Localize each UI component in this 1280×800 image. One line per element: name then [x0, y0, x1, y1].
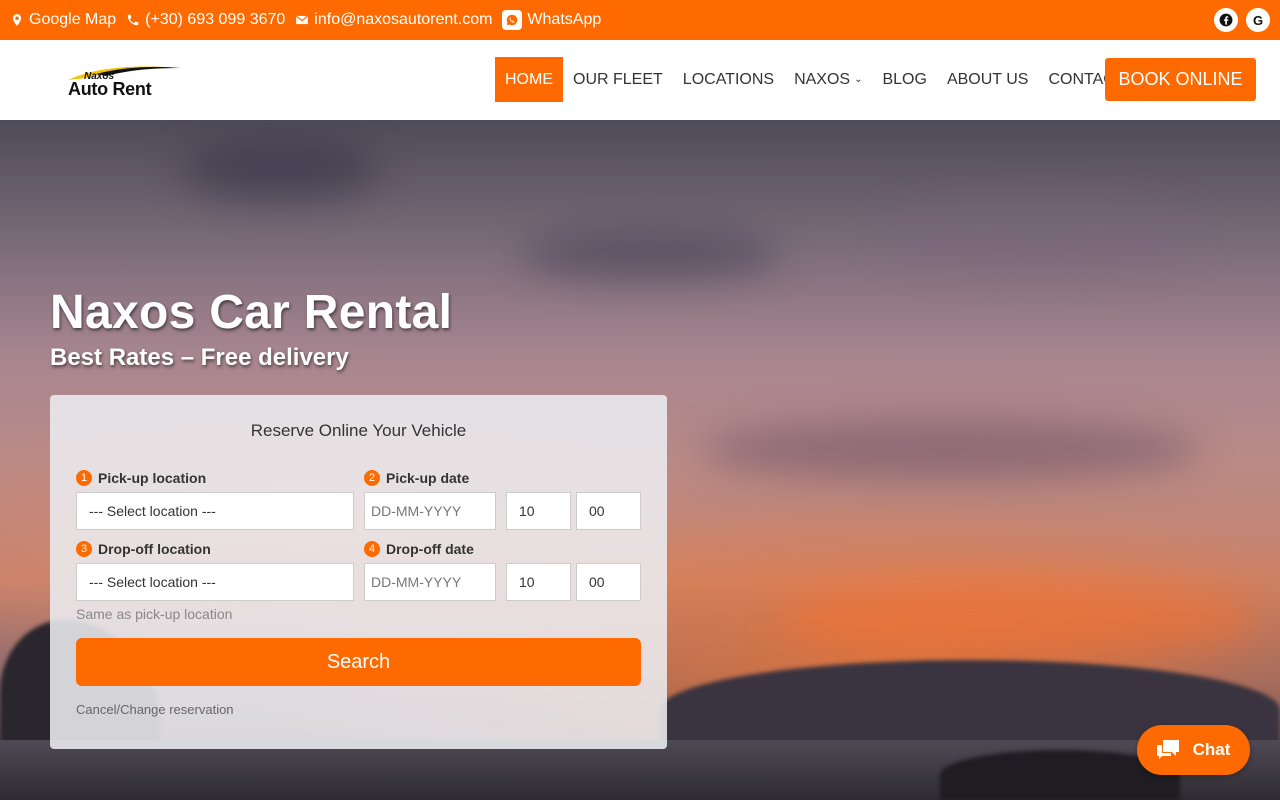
nav-our-fleet[interactable]: OUR FLEET — [563, 57, 673, 102]
booking-form: Reserve Online Your Vehicle 1 Pick-up lo… — [50, 395, 667, 749]
dropoff-hour-select[interactable]: 10 — [506, 563, 571, 601]
google-map-link[interactable]: Google Map — [10, 11, 116, 29]
book-online-button[interactable]: BOOK ONLINE — [1105, 58, 1256, 101]
hero-section: Naxos Car Rental Best Rates – Free deliv… — [0, 120, 1280, 800]
hero-background-cloud — [880, 200, 1200, 270]
nav-naxos[interactable]: NAXOS ⌄ — [784, 57, 872, 102]
logo-big-text: Auto Rent — [68, 79, 152, 99]
google-map-label: Google Map — [29, 11, 117, 28]
dropoff-date-label-text: Drop-off date — [386, 541, 474, 557]
chat-button[interactable]: Chat — [1137, 725, 1250, 775]
envelope-icon — [296, 15, 309, 25]
phone-link[interactable]: (+30) 693 099 3670 — [126, 11, 285, 29]
dropoff-date-input[interactable]: DD-MM-YYYY — [364, 563, 496, 601]
cancel-change-reservation-link[interactable]: Cancel/Change reservation — [76, 702, 234, 717]
hero-background-cloud — [180, 140, 380, 200]
google-icon[interactable]: G — [1246, 8, 1270, 32]
chevron-down-icon: ⌄ — [854, 74, 863, 85]
nav-naxos-label: NAXOS — [794, 70, 851, 88]
dropoff-minute-select[interactable]: 00 — [576, 563, 641, 601]
hero-title: Naxos Car Rental — [50, 286, 453, 339]
email-link[interactable]: info@naxosautorent.com — [295, 11, 492, 29]
pickup-date-label: 2 Pick-up date — [364, 470, 469, 486]
dropoff-date-label: 4 Drop-off date — [364, 541, 474, 557]
step-number: 4 — [364, 541, 380, 557]
social-links: G — [1214, 8, 1270, 32]
hero-background-cloud — [520, 230, 780, 280]
hero-subtitle: Best Rates – Free delivery — [50, 344, 349, 371]
step-number: 2 — [364, 470, 380, 486]
search-button[interactable]: Search — [76, 638, 641, 686]
phone-label: (+30) 693 099 3670 — [145, 11, 286, 28]
top-bar: Google Map (+30) 693 099 3670 info@naxos… — [0, 0, 1280, 40]
nav-home[interactable]: HOME — [495, 57, 563, 102]
main-nav: HOME OUR FLEET LOCATIONS NAXOS ⌄ BLOG AB… — [495, 57, 1135, 102]
pickup-location-label: 1 Pick-up location — [76, 470, 206, 486]
pickup-minute-select[interactable]: 00 — [576, 492, 641, 530]
site-header: Naxos Auto Rent HOME OUR FLEET LOCATIONS… — [0, 40, 1280, 120]
hero-background-cloud — [700, 420, 1200, 480]
nav-blog[interactable]: BLOG — [872, 57, 936, 102]
pickup-location-select[interactable]: --- Select location --- — [76, 492, 354, 530]
dropoff-location-label-text: Drop-off location — [98, 541, 211, 557]
map-pin-icon — [12, 14, 22, 26]
booking-form-title: Reserve Online Your Vehicle — [250, 421, 467, 440]
pickup-date-label-text: Pick-up date — [386, 470, 470, 486]
nav-about-us[interactable]: ABOUT US — [937, 57, 1039, 102]
facebook-icon[interactable] — [1214, 8, 1238, 32]
step-number: 1 — [76, 470, 92, 486]
email-label: info@naxosautorent.com — [314, 11, 493, 28]
pickup-hour-select[interactable]: 10 — [506, 492, 571, 530]
site-logo[interactable]: Naxos Auto Rent — [66, 62, 182, 100]
hero-background-cloud — [780, 580, 1260, 660]
step-number: 3 — [76, 541, 92, 557]
chat-label: Chat — [1192, 740, 1231, 759]
whatsapp-icon — [502, 10, 523, 30]
pickup-date-input[interactable]: DD-MM-YYYY — [364, 492, 496, 530]
phone-icon — [127, 14, 139, 26]
dropoff-location-select[interactable]: --- Select location --- — [76, 563, 354, 601]
whatsapp-link[interactable]: WhatsApp — [502, 10, 601, 30]
chat-bubble-icon — [1156, 740, 1179, 759]
whatsapp-label: WhatsApp — [527, 11, 602, 28]
same-as-pickup-link[interactable]: Same as pick-up location — [76, 606, 232, 622]
nav-locations[interactable]: LOCATIONS — [673, 57, 784, 102]
dropoff-location-label: 3 Drop-off location — [76, 541, 211, 557]
pickup-location-label-text: Pick-up location — [98, 470, 207, 486]
